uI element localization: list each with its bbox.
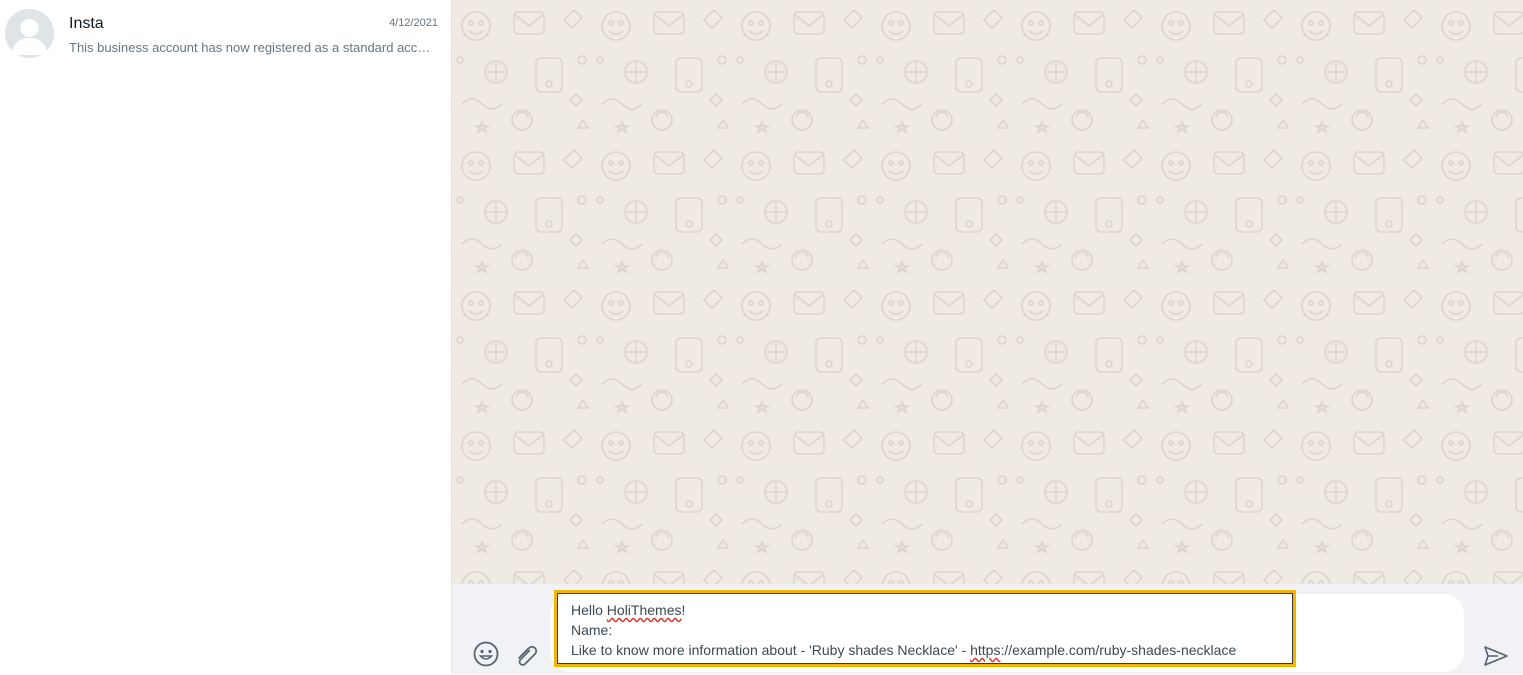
- smiley-icon[interactable]: [472, 640, 500, 668]
- message-input-text-highlighted[interactable]: Hello HoliThemes! Name: Like to know mor…: [554, 590, 1296, 667]
- default-avatar-icon: [5, 9, 54, 58]
- conversation-panel: Hello HoliThemes! Name: Like to know mor…: [452, 0, 1523, 674]
- chat-wallpaper-pattern: [452, 0, 1523, 584]
- chat-list-panel: Insta 4/12/2021 This business account ha…: [0, 0, 452, 674]
- chat-date: 4/12/2021: [389, 17, 438, 29]
- info-text: Like to know more information about - 'R…: [571, 642, 971, 658]
- chat-last-message-preview: This business account has now registered…: [69, 40, 435, 55]
- greeting-name-misspelled: HoliThemes: [606, 602, 682, 618]
- greeting-suffix: !: [681, 602, 686, 618]
- send-icon[interactable]: [1482, 642, 1510, 670]
- paperclip-icon[interactable]: [514, 642, 540, 668]
- chat-name: Insta: [69, 15, 104, 32]
- url-scheme-misspelled: https: [970, 642, 1001, 658]
- message-line-greeting: Hello HoliThemes!: [571, 600, 1293, 620]
- product-url: ://example.com/ruby-shades-necklace: [1000, 642, 1237, 658]
- message-line-name: Name:: [571, 622, 613, 638]
- message-composer: Hello HoliThemes! Name: Like to know mor…: [452, 584, 1523, 674]
- message-line-info: Like to know more information about - 'R…: [571, 640, 1293, 660]
- greeting-prefix: Hello: [571, 602, 607, 618]
- chat-list-item-insta[interactable]: Insta 4/12/2021 This business account ha…: [0, 0, 452, 64]
